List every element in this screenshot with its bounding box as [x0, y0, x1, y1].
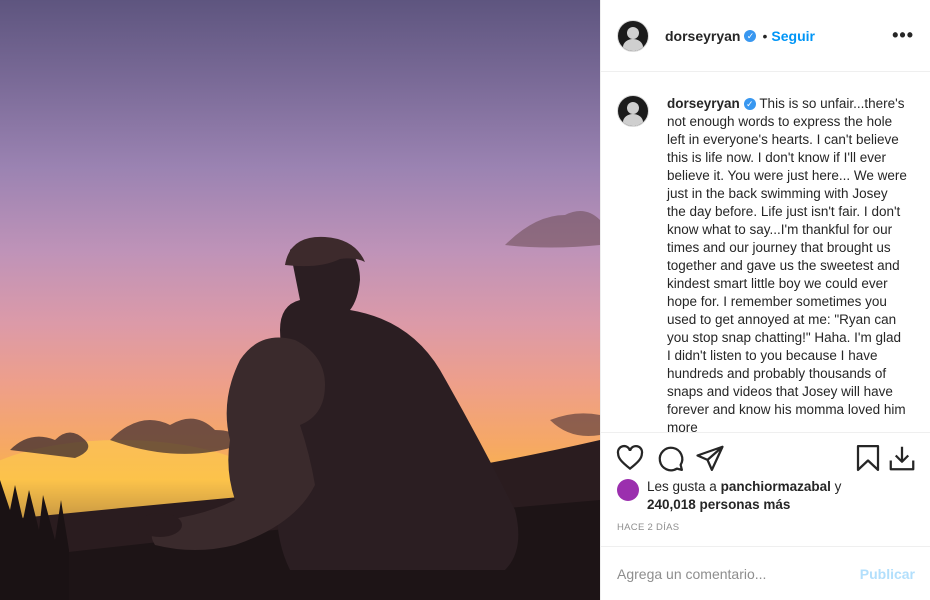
liker-username[interactable]: panchiormazabal — [721, 479, 831, 494]
likes-prefix: Les gusta a — [647, 479, 717, 494]
publish-button[interactable]: Publicar — [860, 566, 915, 582]
follow-button[interactable]: Seguir — [771, 28, 815, 44]
separator-dot: • — [762, 27, 768, 44]
liker-avatar[interactable] — [617, 479, 639, 501]
comment-input[interactable]: Agrega un comentario... — [617, 566, 766, 582]
heart-icon[interactable] — [615, 443, 645, 473]
sunset-silhouette-image — [0, 211, 600, 600]
bookmark-icon[interactable] — [853, 443, 883, 473]
more-options-icon[interactable]: ••• — [892, 25, 914, 46]
post-sidebar: dorseyryan ✓ • Seguir ••• dorseyryan ✓ Th… — [600, 0, 930, 600]
share-icon[interactable] — [695, 443, 725, 473]
likes-count[interactable]: 240,018 personas más — [647, 497, 790, 512]
caption-scroll-area[interactable]: dorseyryan ✓ This is so unfair...there's … — [601, 73, 930, 433]
caption-author-avatar[interactable] — [617, 95, 649, 127]
likes-connector: y — [834, 479, 842, 494]
caption-text: This is so unfair...there's not enough w… — [667, 96, 907, 433]
caption: dorseyryan ✓ This is so unfair...there's … — [601, 73, 930, 433]
caption-username[interactable]: dorseyryan — [667, 96, 740, 111]
post-photo[interactable] — [0, 0, 600, 600]
caption-text-block: dorseyryan ✓ This is so unfair...there's … — [667, 95, 907, 433]
verified-icon: ✓ — [744, 29, 757, 42]
author-avatar[interactable] — [617, 19, 649, 52]
action-bar — [601, 432, 930, 482]
comment-icon[interactable] — [655, 443, 685, 473]
author-username[interactable]: dorseyryan — [665, 28, 740, 44]
post-timestamp[interactable]: HACE 2 DÍAS — [617, 522, 679, 533]
post-header: dorseyryan ✓ • Seguir ••• — [601, 0, 930, 72]
likes-text: Les gusta a panchiormazabal y 240,018 pe… — [647, 478, 841, 514]
likes-summary: Les gusta a panchiormazabal y 240,018 pe… — [617, 478, 917, 514]
instagram-post-modal: dorseyryan ✓ • Seguir ••• dorseyryan ✓ Th… — [0, 0, 930, 600]
comment-box: Agrega un comentario... Publicar — [601, 546, 930, 600]
download-icon[interactable] — [887, 443, 917, 473]
caption-verified-icon: ✓ — [743, 98, 756, 111]
